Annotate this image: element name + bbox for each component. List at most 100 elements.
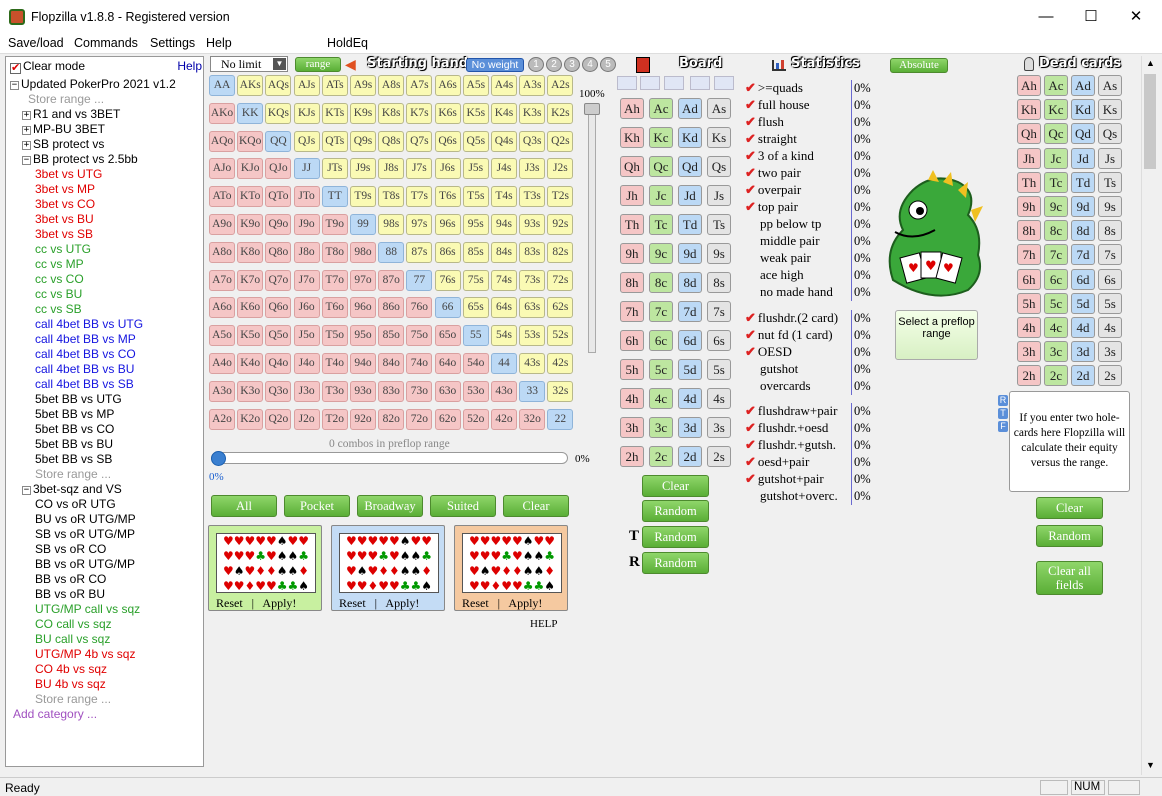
tree-item[interactable]: cc vs SB [35,302,82,317]
tree-item[interactable]: CO 4b vs sqz [35,662,107,677]
hand-cell-A5o[interactable]: A5o [209,325,235,347]
hand-cell-J5o[interactable]: J5o [293,325,320,347]
hand-cell-43o[interactable]: 43o [491,380,517,402]
hand-cell-K7s[interactable]: K7s [406,102,433,124]
tree-item[interactable]: call 4bet BB vs UTG [35,317,143,332]
hand-cell-K3s[interactable]: K3s [519,102,546,124]
hand-cell-92o[interactable]: 92o [350,408,376,430]
weight-button-3[interactable]: 3 [564,57,580,72]
stat-row-group1-5[interactable]: ✔ two pair [745,165,801,181]
hand-cell-J9s[interactable]: J9s [350,158,376,180]
hand-cell-96o[interactable]: 96o [350,297,376,319]
hand-cell-A6s[interactable]: A6s [434,75,461,96]
dead-card-3d[interactable]: 3d [1071,341,1095,363]
tree-item[interactable]: call 4bet BB vs CO [35,347,136,362]
hand-cell-86o[interactable]: 86o [378,297,405,319]
weight-button-1[interactable]: 1 [528,57,544,72]
board-card-Kd[interactable]: Kd [678,127,702,148]
tree-item[interactable]: cc vs UTG [35,242,91,257]
board-card-6h[interactable]: 6h [620,330,644,351]
hand-cell-TT[interactable]: TT [321,186,348,208]
hand-cell-94s[interactable]: 94s [491,214,517,235]
stat-row-group1-3[interactable]: ✔ straight [745,131,797,147]
range-slider-handle[interactable] [211,451,226,466]
hand-cell-63s[interactable]: 63s [519,297,546,319]
tree-item[interactable]: BB vs oR CO [35,572,106,587]
dead-card-Js[interactable]: Js [1098,147,1122,169]
hand-cell-KTs[interactable]: KTs [321,102,348,124]
hand-cell-T2s[interactable]: T2s [547,186,574,208]
board-random-button[interactable]: Random [642,500,709,522]
close-button[interactable]: ✕ [1126,8,1146,26]
tree-item[interactable]: 3bet vs UTG [35,167,102,182]
broadway-range-button[interactable]: Broadway [357,495,423,517]
board-card-Js[interactable]: Js [707,185,731,206]
hand-cell-KJs[interactable]: KJs [293,102,320,124]
expand-icon[interactable]: + [22,111,31,120]
hand-cell-33[interactable]: 33 [519,380,546,402]
dead-card-2d[interactable]: 2d [1071,365,1095,387]
hand-cell-AQs[interactable]: AQs [265,75,292,96]
board-card-Td[interactable]: Td [678,214,702,235]
dead-card-Jh[interactable]: Jh [1017,147,1041,169]
tree-item[interactable]: 5bet BB vs UTG [35,392,122,407]
hand-cell-73o[interactable]: 73o [406,380,433,402]
check-icon[interactable]: ✔ [745,471,756,486]
board-card-6s[interactable]: 6s [707,330,731,351]
board-card-2d[interactable]: 2d [678,446,702,467]
dead-card-Td[interactable]: Td [1071,171,1095,193]
hand-cell-96s[interactable]: 96s [434,214,461,235]
tree-item[interactable]: 5bet BB vs SB [35,452,112,467]
hand-cell-Q2s[interactable]: Q2s [547,130,574,152]
hand-cell-KQs[interactable]: KQs [265,102,292,124]
hand-cell-K9s[interactable]: K9s [350,102,376,124]
tree-item[interactable]: 3bet vs CO [35,197,95,212]
hand-cell-A9o[interactable]: A9o [209,214,235,235]
hand-cell-97o[interactable]: 97o [350,269,376,291]
hand-cell-A2s[interactable]: A2s [547,75,574,96]
dead-card-2s[interactable]: 2s [1098,365,1122,387]
stat-row-group2-2[interactable]: ✔ OESD [745,344,792,360]
preset-reset-link[interactable]: Reset [216,596,243,610]
board-card-9c[interactable]: 9c [649,243,673,264]
tree-item[interactable]: Store range ... [28,92,104,107]
hand-cell-74s[interactable]: 74s [491,269,517,291]
hand-cell-J3s[interactable]: J3s [519,158,546,180]
tree-item[interactable]: −3bet-sqz and VS [22,482,122,497]
board-card-As[interactable]: As [707,98,731,119]
board-card-Ad[interactable]: Ad [678,98,702,119]
hand-cell-87o[interactable]: 87o [378,269,405,291]
hand-cell-84s[interactable]: 84s [491,241,517,263]
hand-cell-JTs[interactable]: JTs [321,158,348,180]
vertical-slider-handle[interactable] [584,103,600,115]
collapse-icon[interactable]: − [10,81,19,90]
hand-cell-85o[interactable]: 85o [378,325,405,347]
hand-cell-Q4s[interactable]: Q4s [491,130,517,152]
hand-cell-A9s[interactable]: A9s [350,75,376,96]
stat-row-group1-7[interactable]: ✔ top pair [745,199,798,215]
hand-cell-T4s[interactable]: T4s [491,186,517,208]
maximize-button[interactable]: ☐ [1081,8,1101,26]
board-card-8h[interactable]: 8h [620,272,644,293]
hand-cell-22[interactable]: 22 [547,408,574,430]
stat-row-group2-4[interactable]: overcards [760,378,811,394]
hand-cell-J8s[interactable]: J8s [378,158,405,180]
hand-cell-AJs[interactable]: AJs [293,75,320,96]
hand-cell-T8o[interactable]: T8o [321,241,348,263]
dead-card-7d[interactable]: 7d [1071,244,1095,266]
dead-card-6c[interactable]: 6c [1044,268,1068,290]
hand-cell-99[interactable]: 99 [350,214,376,235]
minimize-button[interactable]: — [1036,8,1056,26]
vertical-scrollbar[interactable]: ▲ ▼ [1141,56,1158,775]
tree-item[interactable]: SB vs oR CO [35,542,106,557]
stat-row-group1-2[interactable]: ✔ flush [745,114,784,130]
hand-cell-ATo[interactable]: ATo [209,186,235,208]
hand-cell-62o[interactable]: 62o [434,408,461,430]
hand-cell-T9o[interactable]: T9o [321,214,348,235]
board-card-5s[interactable]: 5s [707,359,731,380]
hand-cell-KTo[interactable]: KTo [237,186,264,208]
dead-card-6h[interactable]: 6h [1017,268,1041,290]
hand-cell-A4s[interactable]: A4s [491,75,517,96]
tree-item[interactable]: 5bet BB vs CO [35,422,114,437]
dead-card-2h[interactable]: 2h [1017,365,1041,387]
